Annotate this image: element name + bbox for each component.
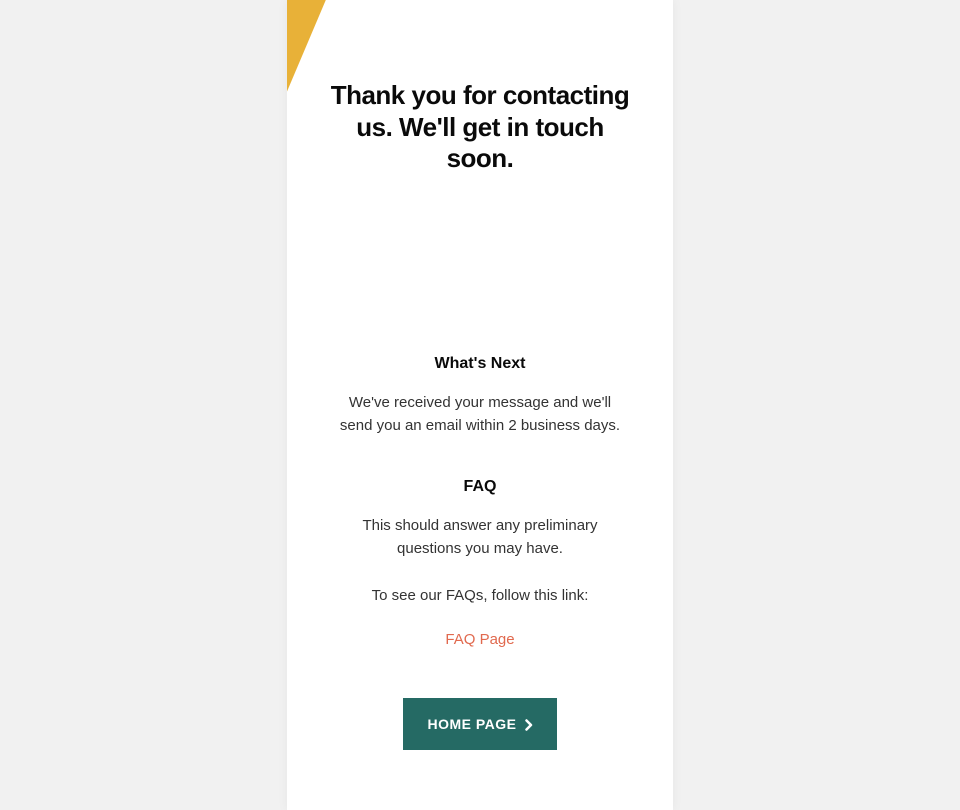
page-title: Thank you for contacting us. We'll get i… <box>327 80 633 175</box>
faq-body: This should answer any preliminary quest… <box>327 514 633 561</box>
confirmation-card: Thank you for contacting us. We'll get i… <box>287 0 673 810</box>
whats-next-title: What's Next <box>327 355 633 373</box>
faq-section: FAQ This should answer any preliminary q… <box>327 478 633 689</box>
whats-next-body: We've received your message and we'll se… <box>327 391 633 438</box>
chevron-right-icon <box>525 718 533 730</box>
home-page-button[interactable]: HOME PAGE <box>403 698 556 750</box>
whats-next-section: What's Next We've received your message … <box>327 355 633 438</box>
faq-title: FAQ <box>327 478 633 496</box>
faq-page-link[interactable]: FAQ Page <box>445 631 514 648</box>
faq-prompt: To see our FAQs, follow this link: <box>327 584 633 607</box>
home-button-label: HOME PAGE <box>427 716 516 732</box>
card-content: Thank you for contacting us. We'll get i… <box>287 0 673 810</box>
